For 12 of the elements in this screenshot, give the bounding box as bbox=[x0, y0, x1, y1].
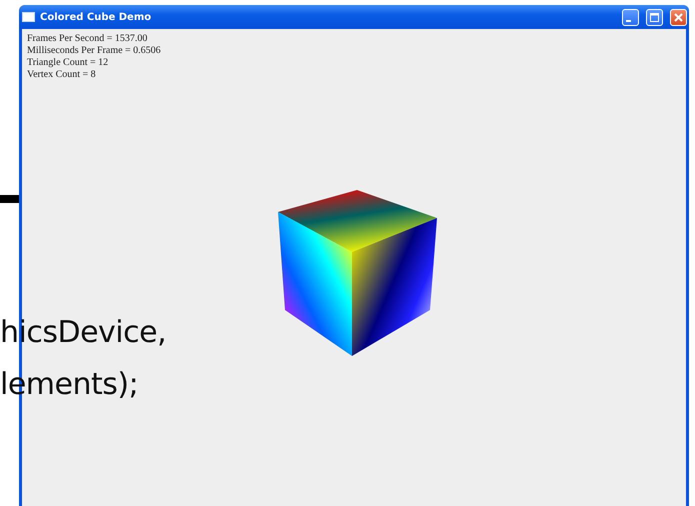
stats-line: Milliseconds Per Frame = 0.6506 bbox=[27, 45, 161, 57]
maximize-button[interactable] bbox=[646, 8, 663, 26]
close-button[interactable] bbox=[670, 8, 687, 26]
minimize-icon bbox=[626, 20, 631, 22]
stats-line: Vertex Count = 8 bbox=[27, 69, 96, 81]
stats-line: Frames Per Second = 1537.00 bbox=[27, 33, 148, 45]
close-icon bbox=[674, 12, 683, 22]
stats-line: Triangle Count = 12 bbox=[27, 57, 108, 69]
window-icon bbox=[22, 12, 35, 22]
minimize-button[interactable] bbox=[622, 8, 639, 26]
window-title: Colored Cube Demo bbox=[40, 12, 152, 22]
maximize-icon bbox=[650, 12, 659, 22]
